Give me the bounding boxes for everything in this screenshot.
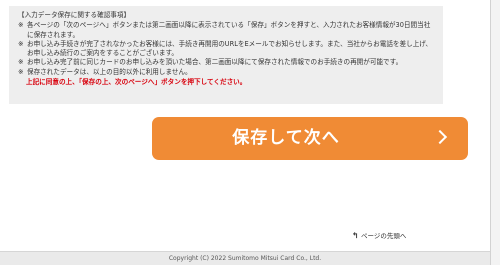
notice-item: ※ お申し込み完了前に同じカードのお申し込みを頂いた場合、第二画面以降にて保存さ… xyxy=(18,58,435,67)
page: 【入力データ保存に関する確認事項】 ※ 各ページの「次のページへ」ボタンまたは第… xyxy=(0,0,500,265)
note-mark: ※ xyxy=(18,21,24,30)
notice-item-text: お申し込み完了前に同じカードのお申し込みを頂いた場合、第二画面以降にて保存された… xyxy=(27,58,403,67)
notice-item-text: お申し込み手続きが完了されなかったお客様には、手続き再開用のURLをEメールでお… xyxy=(27,39,433,58)
save-and-next-button[interactable]: 保存して次へ xyxy=(152,117,468,160)
footer: Copyright (C) 2022 Sumitomo Mitsui Card … xyxy=(0,251,490,265)
copyright-text: Copyright (C) 2022 Sumitomo Mitsui Card … xyxy=(168,255,322,262)
notice-item-text: 保存されたデータは、以上の目的以外に利用しません。 xyxy=(27,67,192,76)
notice-item: ※ 各ページの「次のページへ」ボタンまたは第二画面以降に表示されている「保存」ボ… xyxy=(18,21,435,40)
agreement-instruction: 上記に同意の上、「保存の上、次のページへ」ボタンを押下してください。 xyxy=(26,78,247,87)
chevron-right-icon xyxy=(432,129,448,145)
save-notice-box: 【入力データ保存に関する確認事項】 ※ 各ページの「次のページへ」ボタンまたは第… xyxy=(9,6,443,104)
save-and-next-label: 保存して次へ xyxy=(232,128,340,148)
notice-item: ※ 保存されたデータは、以上の目的以外に利用しません。 xyxy=(18,68,435,77)
notice-item: ※ お申し込み手続きが完了されなかったお客様には、手続き再開用のURLをEメール… xyxy=(18,40,435,59)
note-mark: ※ xyxy=(18,39,24,48)
arrow-up-icon: ↰ xyxy=(352,231,359,240)
notice-item-text: 各ページの「次のページへ」ボタンまたは第二画面以降に表示されている「保存」ボタン… xyxy=(27,21,431,39)
note-mark: ※ xyxy=(18,67,24,76)
page-top-label: ページの先頭へ xyxy=(361,232,407,240)
notice-title: 【入力データ保存に関する確認事項】 xyxy=(18,11,131,19)
note-mark: ※ xyxy=(18,58,24,67)
page-top-link[interactable]: ↰ ページの先頭へ xyxy=(352,230,406,242)
window-edge xyxy=(490,0,500,265)
